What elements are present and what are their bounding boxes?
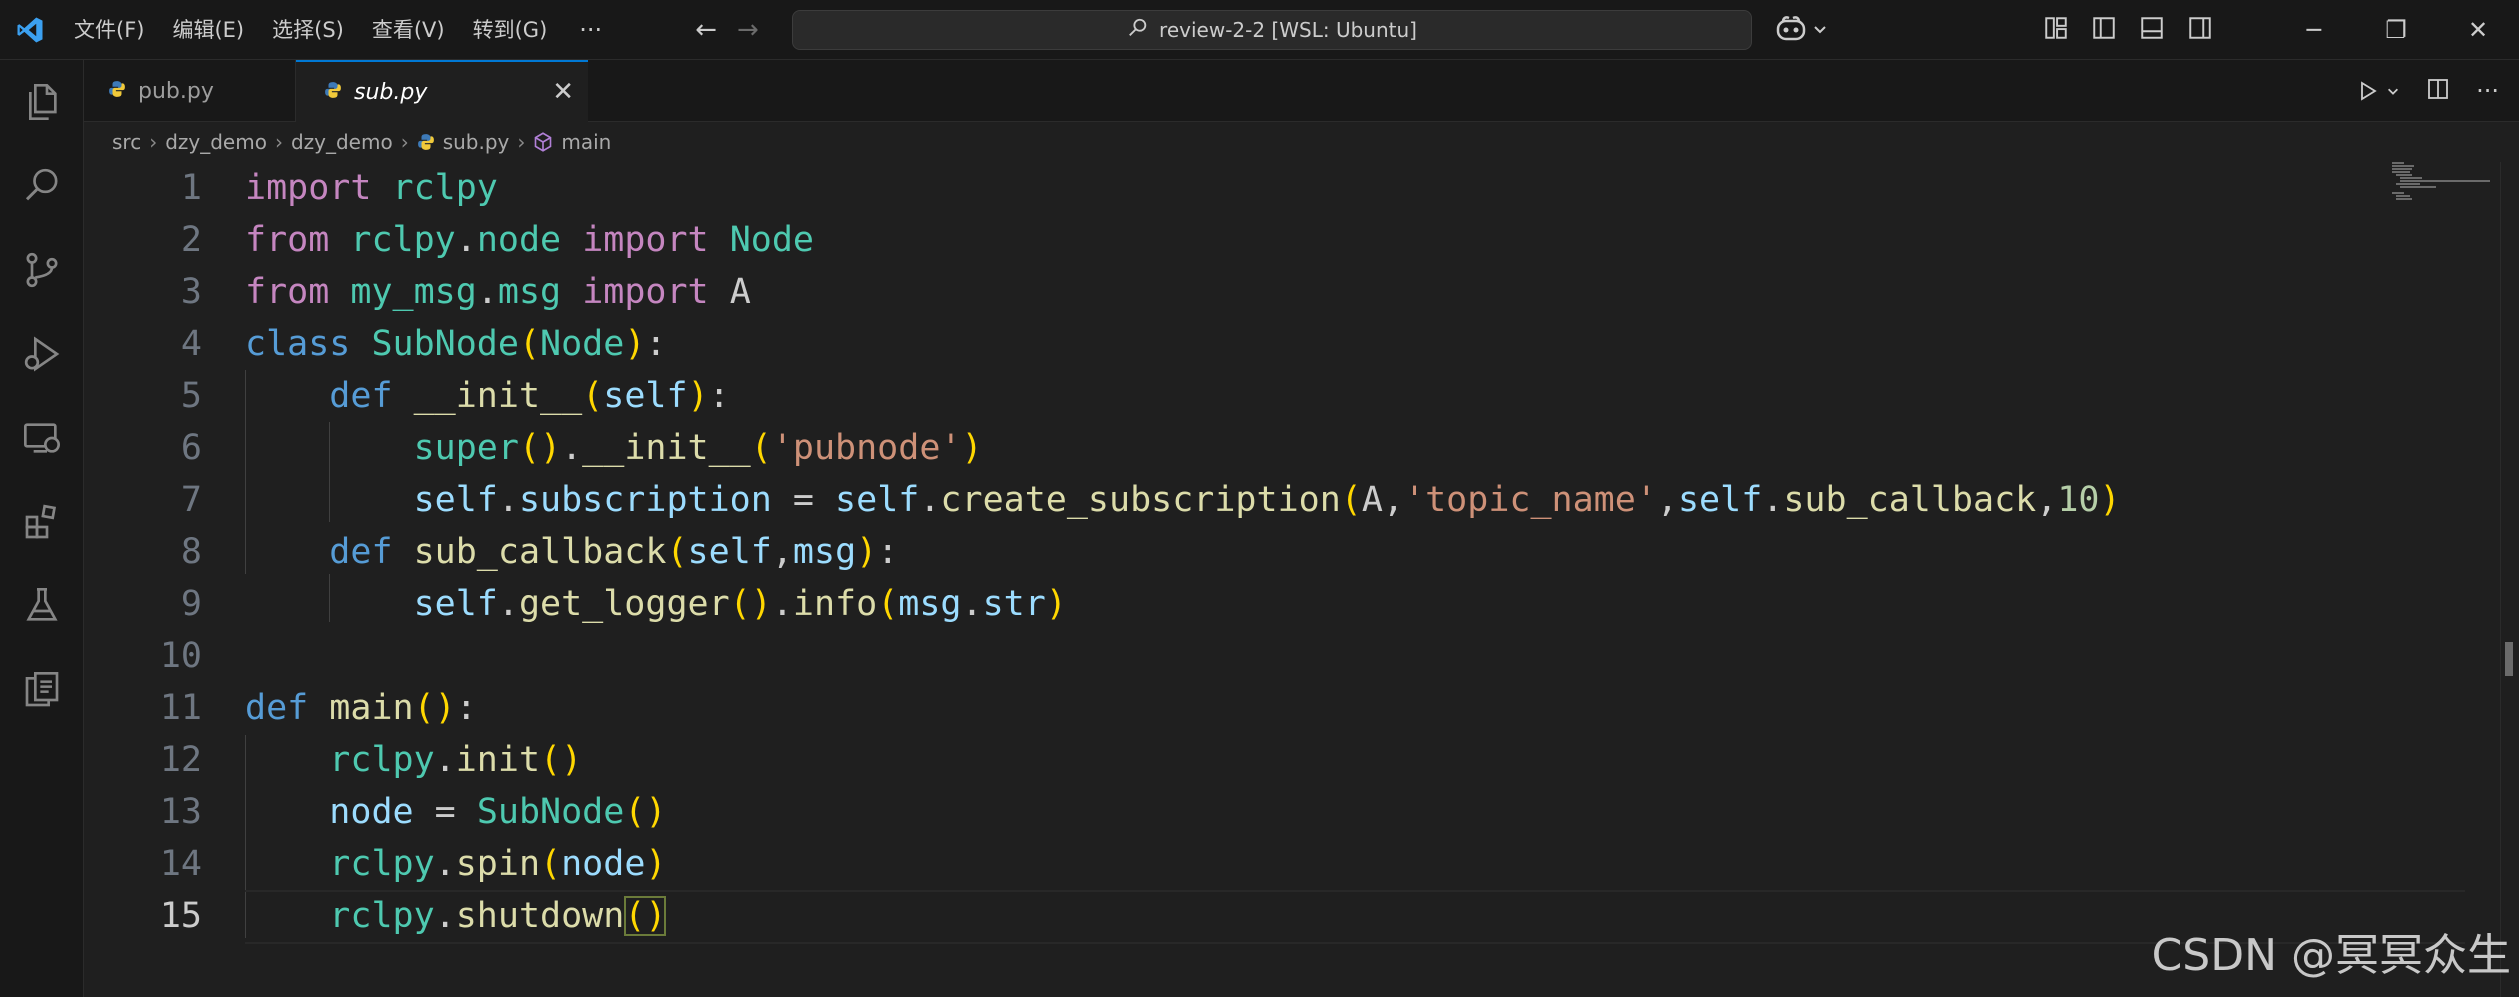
breadcrumb-item[interactable]: main [561, 130, 611, 154]
line-number: 10 [159, 636, 202, 676]
chevron-right-icon: › [149, 130, 158, 154]
toggle-secondary-sidebar-icon[interactable] [2187, 15, 2213, 45]
testing-icon[interactable] [0, 564, 84, 648]
code-line: 5 def __init__(self): [84, 370, 2384, 422]
menu-go[interactable]: 转到(G) [459, 0, 562, 60]
menu-selection[interactable]: 选择(S) [258, 0, 358, 60]
split-editor-icon[interactable] [2426, 77, 2450, 105]
explorer-icon[interactable] [0, 60, 84, 144]
chevron-down-icon [1812, 21, 1828, 41]
chevron-down-icon [2388, 88, 2399, 95]
menu-file[interactable]: 文件(F) [60, 0, 158, 60]
vscode-logo-icon [0, 0, 60, 60]
line-number: 12 [159, 740, 202, 780]
activity-bar [0, 60, 84, 997]
code-line: 3 from my_msg.msg import A [84, 266, 2384, 318]
line-number: 6 [180, 428, 202, 468]
run-icon[interactable] [2356, 79, 2400, 103]
line-number: 11 [159, 688, 202, 728]
arrow-left-icon[interactable]: ← [695, 15, 717, 45]
search-icon [1127, 17, 1149, 44]
code-line: 4 class SubNode(Node): [84, 318, 2384, 370]
scrollbar-cursor-marker [2505, 642, 2513, 676]
copilot-button[interactable] [1774, 14, 1828, 48]
line-number: 13 [159, 792, 202, 832]
command-center-label: review-2-2 [WSL: Ubuntu] [1159, 18, 1417, 42]
customize-layout-icon[interactable] [2043, 15, 2069, 45]
run-debug-icon[interactable] [0, 312, 84, 396]
code-line: 14 rclpy.spin(node) [84, 838, 2384, 890]
line-number: 14 [159, 844, 202, 884]
breadcrumb-item[interactable]: dzy_demo [291, 130, 393, 154]
line-number: 3 [180, 272, 202, 312]
close-icon[interactable]: ✕ [2437, 16, 2519, 44]
tab-sub-py[interactable]: sub.py ✕ [296, 60, 588, 122]
copilot-icon [1774, 14, 1808, 48]
minimap[interactable] [2392, 162, 2502, 202]
line-number: 4 [180, 324, 202, 364]
code-line: 1 import rclpy [84, 162, 2384, 214]
minimize-icon[interactable]: ─ [2273, 16, 2355, 44]
code-line: 2 from rclpy.node import Node [84, 214, 2384, 266]
line-number: 1 [180, 168, 202, 208]
line-number: 5 [180, 376, 202, 416]
toggle-panel-icon[interactable] [2139, 15, 2165, 45]
chevron-right-icon: › [274, 130, 283, 154]
tab-label: pub.py [138, 78, 214, 104]
command-center[interactable]: review-2-2 [WSL: Ubuntu] [792, 10, 1752, 50]
code-line: 6 super().__init__('pubnode') [84, 422, 2384, 474]
line-number: 15 [159, 896, 202, 936]
code-line: 9 self.get_logger().info(msg.str) [84, 578, 2384, 630]
ros-icon[interactable] [0, 648, 84, 732]
close-icon[interactable]: ✕ [552, 77, 574, 107]
code-line-current: 15 rclpy.shutdown() [84, 890, 2465, 944]
python-file-icon [324, 80, 342, 105]
line-number: 9 [180, 584, 202, 624]
arrow-right-icon[interactable]: → [737, 15, 759, 45]
line-number: 8 [180, 532, 202, 572]
chevron-right-icon: › [517, 130, 526, 154]
title-bar: 文件(F) 编辑(E) 选择(S) 查看(V) 转到(G) ··· ← → re… [0, 0, 2519, 60]
breadcrumb-item[interactable]: dzy_demo [165, 130, 267, 154]
python-file-icon [108, 79, 126, 104]
menu-bar: 文件(F) 编辑(E) 选择(S) 查看(V) 转到(G) ··· [60, 0, 620, 60]
menu-more-button[interactable]: ··· [561, 16, 620, 44]
code-line: 10 [84, 630, 2384, 682]
code-line: 12 rclpy.init() [84, 734, 2384, 786]
line-number: 2 [180, 220, 202, 260]
breadcrumb: src › dzy_demo › dzy_demo › sub.py › mai… [112, 124, 611, 160]
breadcrumb-item[interactable]: src [112, 130, 141, 154]
tab-label: sub.py [354, 79, 428, 105]
extensions-icon[interactable] [0, 480, 84, 564]
breadcrumb-item[interactable]: sub.py [443, 130, 510, 154]
line-number: 7 [180, 480, 202, 520]
code-line: 11 def main(): [84, 682, 2384, 734]
search-view-icon[interactable] [0, 144, 84, 228]
menu-edit[interactable]: 编辑(E) [158, 0, 258, 60]
remote-explorer-icon[interactable] [0, 396, 84, 480]
code-line: 8 def sub_callback(self,msg): [84, 526, 2384, 578]
symbol-method-icon [533, 132, 553, 152]
python-file-icon [417, 133, 435, 151]
menu-view[interactable]: 查看(V) [358, 0, 459, 60]
code-line: 7 self.subscription = self.create_subscr… [84, 474, 2384, 526]
watermark: CSDN @冥冥众生 [2151, 930, 2511, 981]
vertical-scrollbar[interactable] [2500, 162, 2519, 997]
chevron-right-icon: › [400, 130, 409, 154]
code-line: 13 node = SubNode() [84, 786, 2384, 838]
restore-icon[interactable]: ❐ [2355, 16, 2437, 44]
toggle-primary-sidebar-icon[interactable] [2091, 15, 2117, 45]
tab-pub-py[interactable]: pub.py [84, 60, 296, 122]
tab-bar: pub.py sub.py ✕ ··· [84, 60, 2519, 122]
source-control-icon[interactable] [0, 228, 84, 312]
more-actions-icon[interactable]: ··· [2476, 77, 2499, 105]
